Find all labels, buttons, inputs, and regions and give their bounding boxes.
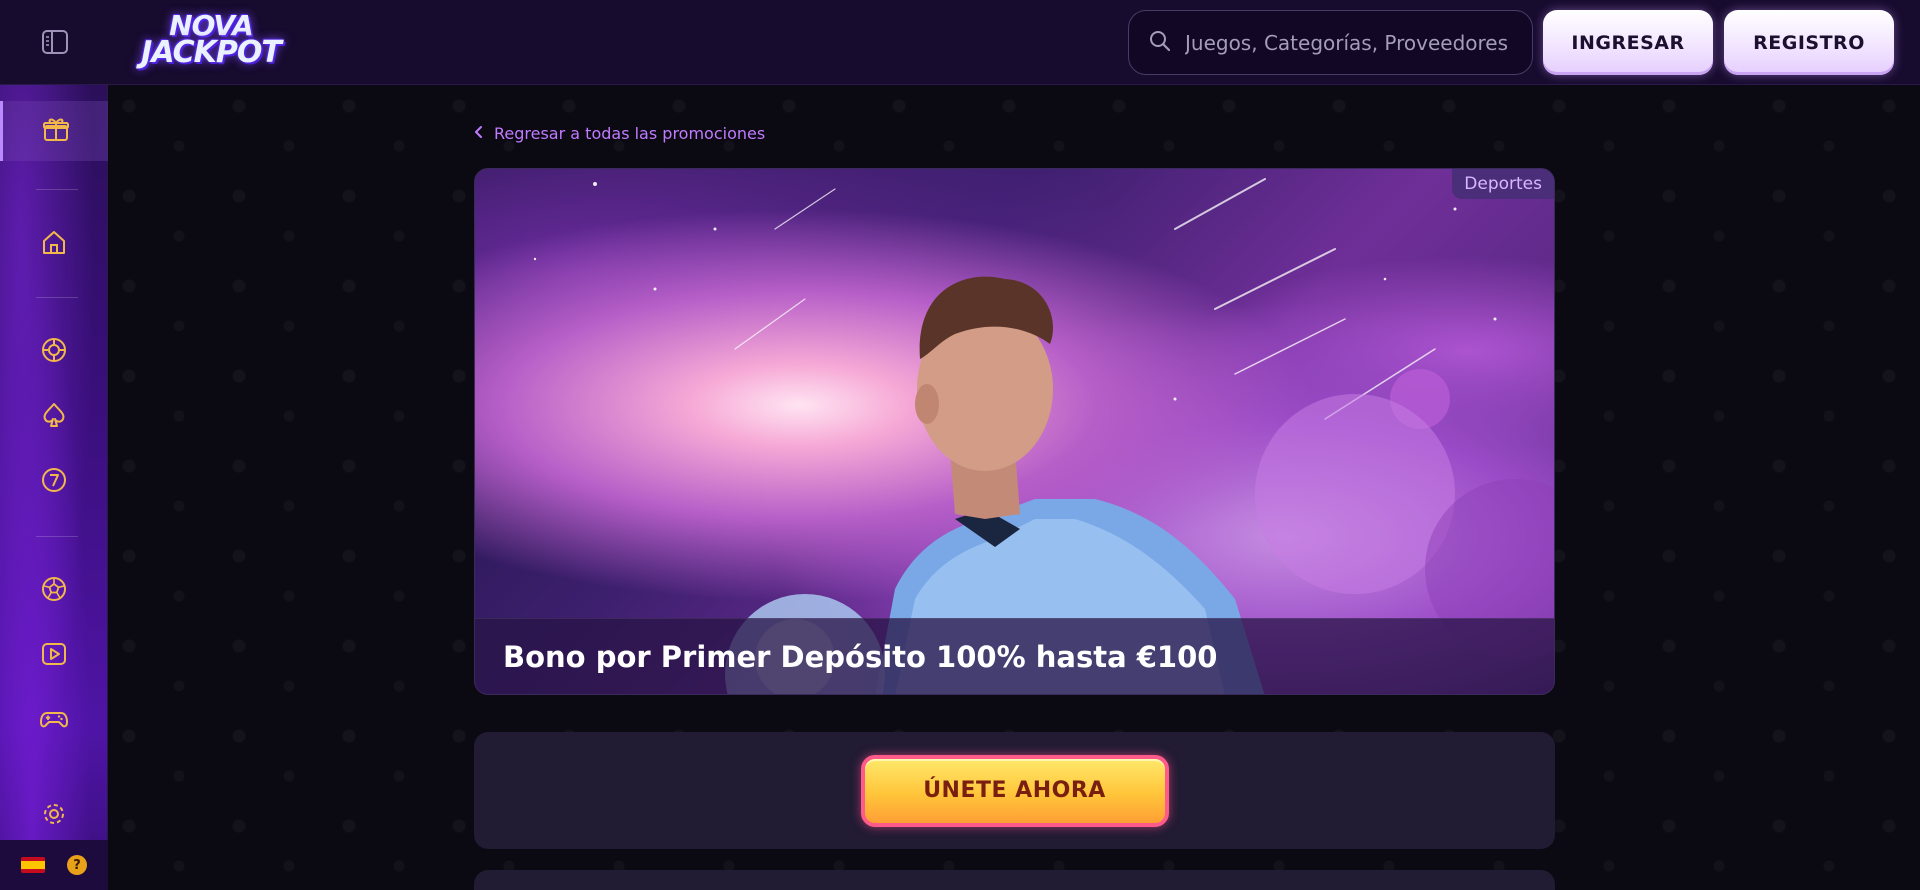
search-input[interactable] — [1183, 29, 1513, 56]
settings-icon — [42, 802, 66, 830]
sidebar-item-games[interactable] — [0, 691, 108, 751]
sidebar-item-sports[interactable] — [0, 561, 108, 621]
spade-icon — [40, 401, 68, 433]
sidebar-item-live[interactable] — [0, 626, 108, 686]
video-play-icon — [40, 640, 68, 672]
top-header: NOVA JACKPOT INGRESAR REGISTRO — [0, 0, 1920, 85]
sidebar-item-slots[interactable] — [0, 452, 108, 512]
back-to-promotions-link[interactable]: Regresar a todas las promociones — [474, 124, 765, 143]
home-icon — [40, 228, 68, 260]
gift-icon — [42, 115, 70, 147]
chevron-left-icon — [474, 124, 484, 143]
sidebar-item-casino[interactable] — [0, 322, 108, 382]
register-button[interactable]: REGISTRO — [1724, 10, 1894, 75]
sidebar-item-home[interactable] — [0, 214, 108, 274]
seven-icon — [40, 466, 68, 498]
search-box[interactable] — [1128, 10, 1533, 75]
soccer-ball-icon — [40, 575, 68, 607]
gamepad-icon — [39, 705, 69, 737]
help-icon[interactable]: ? — [67, 855, 87, 875]
sidebar-item-table-games[interactable] — [0, 387, 108, 447]
logo[interactable]: NOVA JACKPOT — [116, 8, 306, 74]
main-content: Regresar a todas las promociones Deporte… — [109, 86, 1920, 890]
search-icon — [1149, 30, 1171, 56]
sidebar-toggle-icon[interactable] — [40, 28, 70, 56]
login-button[interactable]: INGRESAR — [1543, 10, 1713, 75]
join-now-button[interactable]: ÚNETE AHORA — [860, 754, 1169, 827]
sidebar-divider — [36, 189, 78, 190]
spain-flag-icon[interactable] — [21, 857, 45, 873]
logo-text-jackpot: JACKPOT — [141, 35, 282, 70]
back-link-label: Regresar a todas las promociones — [494, 124, 766, 143]
category-tag: Deportes — [1452, 169, 1554, 199]
sidebar-divider — [36, 297, 78, 298]
promo-title-bar: Bono por Primer Depósito 100% hasta €100 — [475, 618, 1554, 694]
sidebar-item-settings[interactable] — [0, 796, 108, 836]
promo-banner: Deportes Bono por Primer Depósito 100% h… — [474, 168, 1555, 695]
sidebar-item-promotions[interactable] — [0, 101, 108, 161]
promo-title: Bono por Primer Depósito 100% hasta €100 — [503, 639, 1218, 674]
sidebar: ? — [0, 85, 108, 890]
promo-hero-image — [533, 178, 1554, 694]
promo-details-panel — [474, 870, 1555, 890]
sidebar-footer: ? — [0, 840, 108, 890]
roulette-icon — [40, 336, 68, 368]
cta-panel: ÚNETE AHORA — [474, 732, 1555, 849]
sidebar-divider — [36, 536, 78, 537]
